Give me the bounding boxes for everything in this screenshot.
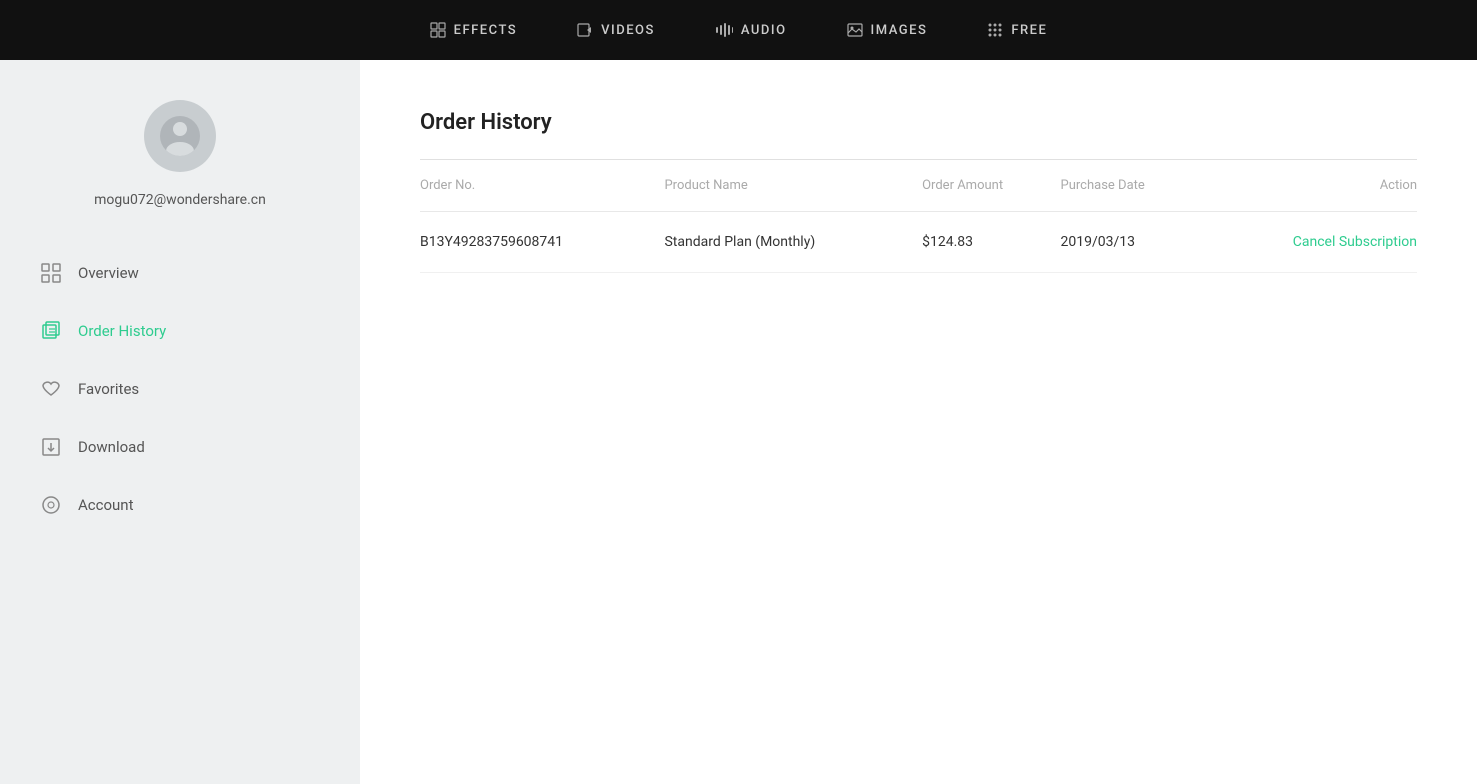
- download-icon: [40, 436, 62, 458]
- sidebar: mogu072@wondershare.cn Overview: [0, 60, 360, 784]
- sidebar-download-label: Download: [78, 438, 145, 456]
- page-title: Order History: [420, 110, 1417, 135]
- main-content: Order History Order No. Product Name Ord…: [360, 60, 1477, 784]
- sidebar-item-account[interactable]: Account: [30, 476, 330, 534]
- cell-purchase-date: 2019/03/13: [1061, 212, 1205, 273]
- col-header-action: Action: [1205, 160, 1417, 212]
- sidebar-order-history-label: Order History: [78, 322, 166, 340]
- favorites-icon: [40, 378, 62, 400]
- avatar-image: [160, 116, 200, 156]
- images-icon: [847, 23, 863, 37]
- table-row: B13Y49283759608741 Standard Plan (Monthl…: [420, 212, 1417, 273]
- nav-effects-label: EFFECTS: [454, 23, 518, 38]
- nav-videos[interactable]: VIDEOS: [577, 23, 655, 38]
- sidebar-account-label: Account: [78, 496, 134, 514]
- col-header-order-amount: Order Amount: [922, 160, 1060, 212]
- nav-audio-label: AUDIO: [741, 23, 787, 38]
- col-header-order-no: Order No.: [420, 160, 664, 212]
- cell-order-amount: $124.83: [922, 212, 1060, 273]
- free-icon: [987, 22, 1003, 38]
- videos-icon: [577, 23, 593, 37]
- nav-videos-label: VIDEOS: [601, 23, 655, 38]
- main-layout: mogu072@wondershare.cn Overview: [0, 60, 1477, 784]
- nav-images[interactable]: IMAGES: [847, 23, 928, 38]
- col-header-product-name: Product Name: [664, 160, 922, 212]
- cell-product-name: Standard Plan (Monthly): [664, 212, 922, 273]
- effects-icon: [430, 22, 446, 38]
- avatar: [144, 100, 216, 172]
- col-header-purchase-date: Purchase Date: [1061, 160, 1205, 212]
- user-email: mogu072@wondershare.cn: [94, 192, 266, 208]
- top-navigation: EFFECTS VIDEOS AUDIO: [0, 0, 1477, 60]
- sidebar-favorites-label: Favorites: [78, 380, 139, 398]
- cancel-subscription-link[interactable]: Cancel Subscription: [1293, 234, 1417, 250]
- order-history-icon: [40, 320, 62, 342]
- audio-icon: [715, 23, 733, 37]
- sidebar-overview-label: Overview: [78, 264, 139, 282]
- sidebar-item-order-history[interactable]: Order History: [30, 302, 330, 360]
- overview-icon: [40, 262, 62, 284]
- sidebar-item-overview[interactable]: Overview: [30, 244, 330, 302]
- nav-effects[interactable]: EFFECTS: [430, 22, 518, 38]
- nav-images-label: IMAGES: [871, 23, 928, 38]
- nav-free[interactable]: FREE: [987, 22, 1047, 38]
- cell-order-no: B13Y49283759608741: [420, 212, 664, 273]
- sidebar-nav: Overview Order History: [0, 244, 360, 534]
- nav-free-label: FREE: [1011, 23, 1047, 38]
- nav-audio[interactable]: AUDIO: [715, 23, 787, 38]
- sidebar-item-download[interactable]: Download: [30, 418, 330, 476]
- order-table: Order No. Product Name Order Amount Purc…: [420, 160, 1417, 273]
- account-icon: [40, 494, 62, 516]
- cell-action[interactable]: Cancel Subscription: [1205, 212, 1417, 273]
- sidebar-item-favorites[interactable]: Favorites: [30, 360, 330, 418]
